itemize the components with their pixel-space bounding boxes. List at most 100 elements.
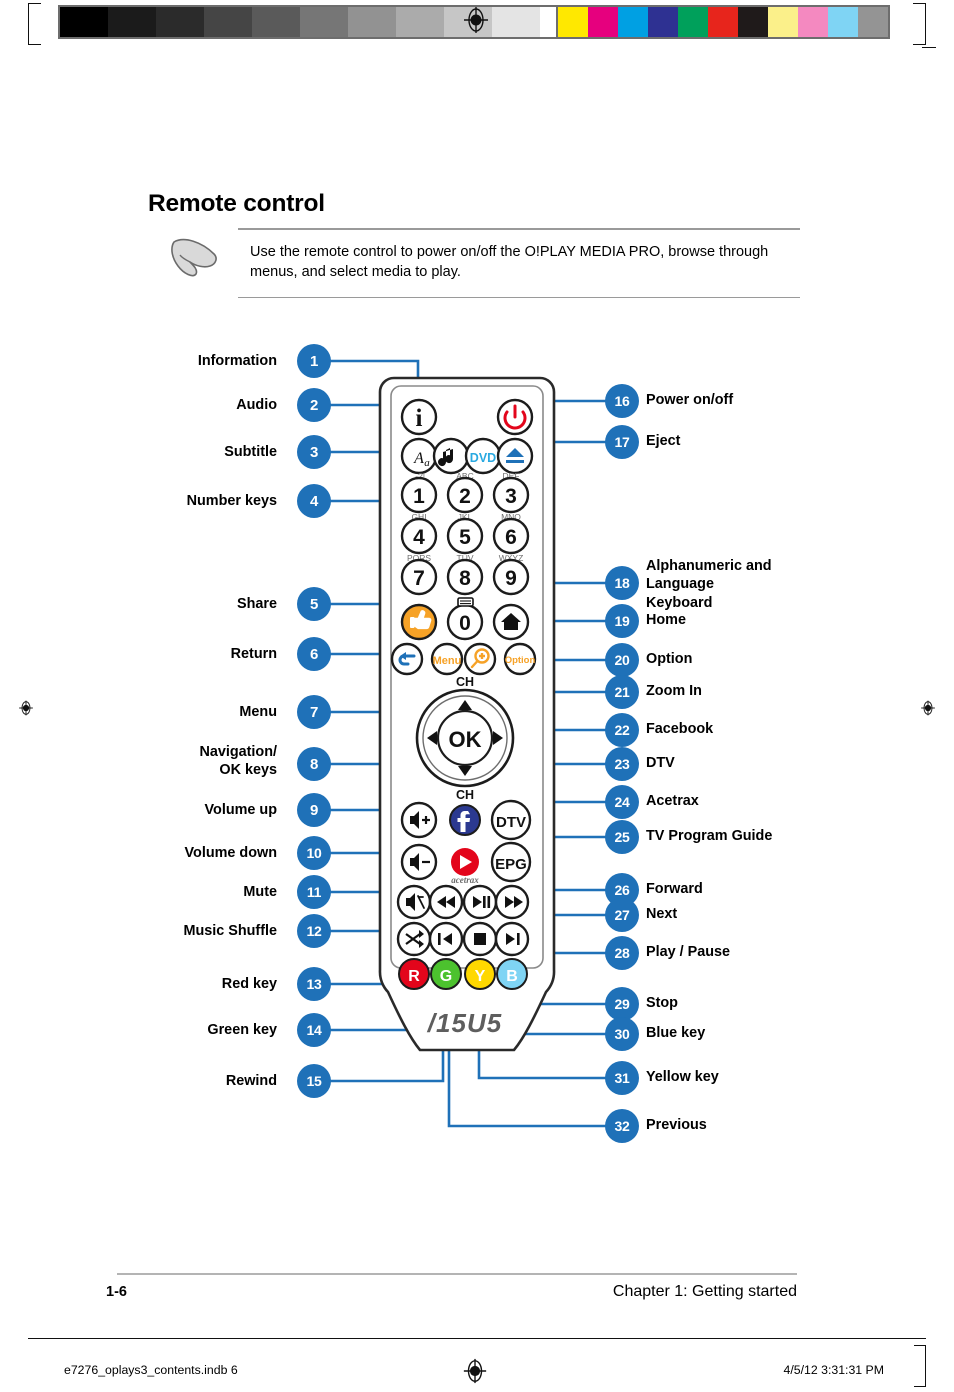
callout-badge-28[interactable]: 28 <box>605 936 639 970</box>
callout-badge-8[interactable]: 8 <box>297 747 331 781</box>
svg-text:7: 7 <box>413 567 425 590</box>
note-box: Use the remote control to power on/off t… <box>238 228 800 299</box>
callout-label-menu: Menu <box>239 704 277 720</box>
callout-label-dtv: DTV <box>646 755 675 771</box>
callout-badge-5[interactable]: 5 <box>297 587 331 621</box>
signature-filename: e7276_oplays3_contents.indb 6 <box>64 1363 238 1377</box>
svg-text:8: 8 <box>459 567 471 590</box>
svg-text:A: A <box>413 450 424 467</box>
callout-badge-27[interactable]: 27 <box>605 898 639 932</box>
callout-label-keyboard-line1: Alphanumeric and Language <box>646 558 772 593</box>
callout-badge-15[interactable]: 15 <box>297 1064 331 1098</box>
callout-badge-7[interactable]: 7 <box>297 695 331 729</box>
note-text: Use the remote control to power on/off t… <box>250 243 769 281</box>
callout-badge-25[interactable]: 25 <box>605 820 639 854</box>
callout-label-navigation-ok-keys: Navigation/ OK keys <box>97 743 277 780</box>
callout-label-zoom-in: Zoom In <box>646 683 702 699</box>
callout-label-return: Return <box>230 646 277 662</box>
callout-badge-21[interactable]: 21 <box>605 675 639 709</box>
callout-label-keyboard-line2: Keyboard <box>646 594 713 611</box>
callout-label-rewind: Rewind <box>225 1073 277 1089</box>
note-rule-bottom <box>238 296 800 299</box>
callout-label-volume-up: Volume up <box>204 802 278 818</box>
svg-text:R: R <box>408 968 420 985</box>
svg-text:4: 4 <box>413 526 425 549</box>
svg-text:G: G <box>440 968 452 985</box>
svg-text:DVD: DVD <box>470 451 496 465</box>
callout-label-tv-program-guide: TV Program Guide <box>646 828 773 844</box>
callout-label-navigation-line1: Navigation/ <box>199 744 277 760</box>
callout-badge-20[interactable]: 20 <box>605 643 639 677</box>
callout-label-number-keys: Number keys <box>186 493 277 509</box>
callout-badge-9[interactable]: 9 <box>297 793 331 827</box>
svg-text:0: 0 <box>459 612 471 635</box>
svg-text:5: 5 <box>459 526 471 549</box>
svg-text:CH: CH <box>456 675 474 689</box>
asus-logo: /15U5 <box>427 1008 502 1038</box>
footer-chapter: Chapter 1: Getting started <box>612 1283 797 1300</box>
callout-label-forward: Forward <box>646 881 703 897</box>
callout-label-option: Option <box>646 651 693 667</box>
pointing-hand-icon <box>168 234 224 280</box>
callout-badge-13[interactable]: 13 <box>297 967 331 1001</box>
callout-badge-6[interactable]: 6 <box>297 637 331 671</box>
callout-label-play-pause: Play / Pause <box>646 944 730 960</box>
callout-badge-23[interactable]: 23 <box>605 747 639 781</box>
callout-label-power-on-off: Power on/off <box>646 392 734 408</box>
svg-text:a: a <box>424 457 430 469</box>
callout-badge-29[interactable]: 29 <box>605 987 639 1021</box>
svg-text:2: 2 <box>459 485 471 508</box>
svg-text:i: i <box>416 405 423 432</box>
callout-label-previous: Previous <box>646 1117 707 1133</box>
signature-timestamp: 4/5/12 3:31:31 PM <box>783 1363 885 1377</box>
callout-badge-30[interactable]: 30 <box>605 1017 639 1051</box>
svg-text:CH: CH <box>456 788 474 802</box>
svg-text:EPG: EPG <box>495 856 527 873</box>
svg-text:Y: Y <box>475 968 486 985</box>
callout-label-share: Share <box>237 596 277 612</box>
callout-badge-2[interactable]: 2 <box>297 388 331 422</box>
callout-label-music-shuffle: Music Shuffle <box>183 923 277 939</box>
callout-label-acetrax: Acetrax <box>646 793 699 809</box>
callout-badge-10[interactable]: 10 <box>297 836 331 870</box>
svg-text:6: 6 <box>505 526 517 549</box>
callout-badge-4[interactable]: 4 <box>297 484 331 518</box>
svg-text:B: B <box>506 968 518 985</box>
callout-label-audio: Audio <box>236 397 277 413</box>
callout-badge-32[interactable]: 32 <box>605 1109 639 1143</box>
footer-page-number: 1-6 <box>106 1284 127 1300</box>
callout-label-eject: Eject <box>646 433 681 449</box>
footer-rule <box>117 1273 797 1275</box>
callout-badge-16[interactable]: 16 <box>605 384 639 418</box>
callout-badge-3[interactable]: 3 <box>297 435 331 469</box>
remote-control-illustration: i A a DVD .-?! ABC DEF GHI JKL MNO PQRS … <box>374 370 560 1060</box>
callout-badge-22[interactable]: 22 <box>605 713 639 747</box>
callout-badge-31[interactable]: 31 <box>605 1061 639 1095</box>
callout-badge-18[interactable]: 18 <box>605 566 639 600</box>
callout-badge-14[interactable]: 14 <box>297 1013 331 1047</box>
remote-control-diagram: i A a DVD .-?! ABC DEF GHI JKL MNO PQRS … <box>0 330 954 1160</box>
callout-label-navigation-line2: OK keys <box>219 762 277 779</box>
callout-label-facebook: Facebook <box>646 721 714 737</box>
svg-text:DTV: DTV <box>496 814 526 831</box>
callout-label-yellow-key: Yellow key <box>646 1069 719 1085</box>
svg-text:9: 9 <box>505 567 517 590</box>
callout-label-blue-key: Blue key <box>646 1025 706 1041</box>
callout-label-home: Home <box>646 612 686 628</box>
page-title: Remote control <box>148 190 325 218</box>
callout-label-information: Information <box>197 353 277 369</box>
callout-label-mute: Mute <box>243 884 277 900</box>
callout-badge-1[interactable]: 1 <box>297 344 331 378</box>
callout-badge-11[interactable]: 11 <box>297 875 331 909</box>
callout-badge-12[interactable]: 12 <box>297 914 331 948</box>
callout-label-stop: Stop <box>646 995 678 1011</box>
callout-badge-17[interactable]: 17 <box>605 425 639 459</box>
callout-label-alphanumeric-keyboard: Alphanumeric and Language Keyboard <box>646 557 838 612</box>
svg-text:3: 3 <box>505 485 517 508</box>
crop-mark-bottom-right <box>914 1345 926 1387</box>
svg-text:1: 1 <box>413 485 425 508</box>
callout-badge-24[interactable]: 24 <box>605 785 639 819</box>
svg-text:Option: Option <box>505 655 536 666</box>
callout-badge-19[interactable]: 19 <box>605 604 639 638</box>
callout-label-subtitle: Subtitle <box>224 444 277 460</box>
